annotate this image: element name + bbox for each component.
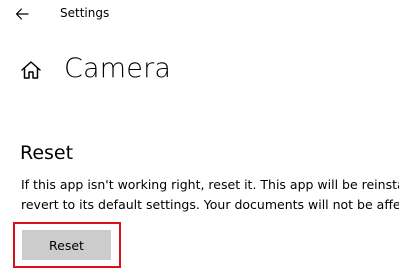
reset-description-line: If this app isn't working right, reset i… [21,177,399,192]
reset-description: If this app isn't working right, reset i… [21,175,399,215]
reset-section-heading: Reset [20,142,74,164]
arrow-left-icon [15,8,29,20]
back-button[interactable] [8,2,36,26]
home-icon [21,61,41,79]
window-title: Settings [60,6,110,20]
page-title: Camera [64,53,172,84]
reset-description-line: revert to its default settings. Your doc… [21,197,399,212]
reset-button[interactable]: Reset [22,230,111,260]
